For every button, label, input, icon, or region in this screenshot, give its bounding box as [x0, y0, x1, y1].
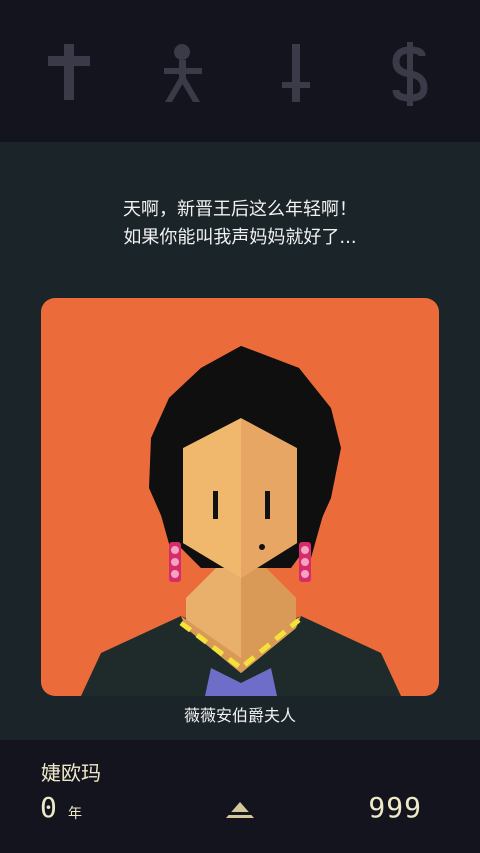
game-screen: 天啊，新晋王后这么年轻啊！ 如果你能叫我声妈妈就好了... 薇薇安伯爵夫人 婕欧…: [0, 0, 480, 853]
character-name: 薇薇安伯爵夫人: [183, 706, 296, 725]
years-reigned: 0: [40, 791, 59, 824]
character-card[interactable]: [41, 298, 439, 696]
triangle-up-icon: [226, 802, 254, 818]
expand-button[interactable]: [222, 798, 258, 822]
dialogue-text: 天啊，新晋王后这么年轻啊！ 如果你能叫我声妈妈就好了...: [0, 196, 480, 252]
years-unit: 年: [68, 806, 82, 822]
person-icon: [160, 42, 208, 106]
cross-icon: [46, 42, 94, 106]
earring-left: [169, 542, 181, 582]
ruler-name: 婕欧玛: [41, 761, 101, 785]
score-value: 999: [368, 791, 422, 824]
earring-right: [299, 542, 311, 582]
dollar-icon: [386, 42, 434, 106]
dialogue-line-1: 天啊，新晋王后这么年轻啊！: [123, 199, 357, 220]
sword-icon: [272, 42, 320, 106]
dialogue-line-2: 如果你能叫我声妈妈就好了...: [123, 227, 357, 248]
countess-portrait: [81, 346, 401, 696]
stats-bar: [0, 0, 480, 142]
